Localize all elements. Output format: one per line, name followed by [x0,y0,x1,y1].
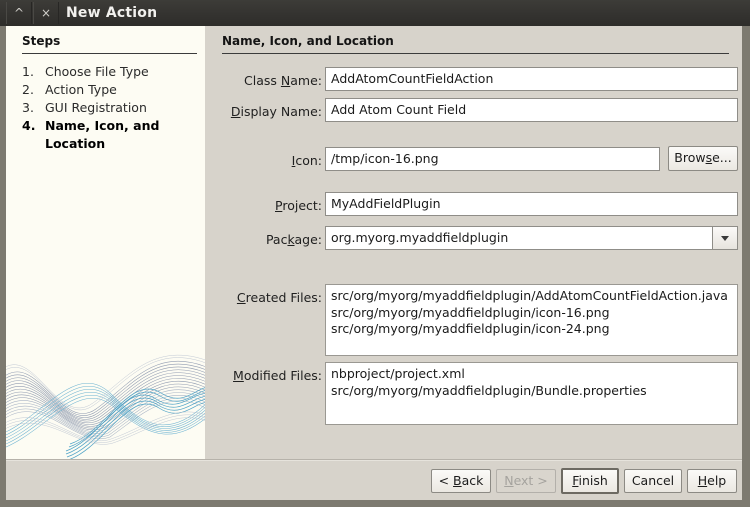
created-files-label: Created Files: [236,290,322,305]
window-title: New Action [66,5,158,21]
step-number: 1. [22,64,34,79]
project-input[interactable]: MyAddFieldPlugin [325,192,738,216]
dialog-body: Steps 1. Choose File Type 2. Action Type… [6,26,742,500]
chevron-down-icon[interactable] [712,226,738,250]
display-name-input[interactable]: Add Atom Count Field [325,98,738,122]
package-label: Package: [265,232,322,247]
shade-button[interactable]: ^ [6,2,32,24]
step-item-4: 4. Name, Icon, and Location [22,117,202,153]
modified-files-textarea[interactable]: nbproject/project.xml src/org/myorg/myad… [325,362,738,425]
window-titlebar: ^ × New Action [0,0,750,26]
chevron-down-glyph [721,235,729,241]
steps-panel: Steps 1. Choose File Type 2. Action Type… [6,26,205,459]
icon-label: Icon: [291,153,322,168]
icon-path-input[interactable]: /tmp/icon-16.png [325,147,660,171]
finish-button[interactable]: Finish [561,468,619,494]
content-pane: Name, Icon, and Location Class Name: Add… [205,26,742,459]
step-label: Action Type [45,82,117,97]
help-button[interactable]: Help [687,469,737,493]
step-number: 4. [22,118,36,133]
class-name-input[interactable]: AddAtomCountFieldAction [325,67,738,91]
step-item-1: 1. Choose File Type [22,63,202,81]
steps-heading: Steps [22,34,61,48]
step-label: Name, Icon, and Location [45,118,160,151]
close-button[interactable]: × [33,2,59,24]
dialog-button-bar: < Back Next > Finish Cancel Help [6,459,742,500]
next-button: Next > [496,469,556,493]
step-label: Choose File Type [45,64,149,79]
wizard-wave-graphic [6,354,205,459]
page-title: Name, Icon, and Location [222,34,394,48]
page-title-divider [222,53,729,54]
back-button[interactable]: < Back [431,469,491,493]
browse-button[interactable]: Browse... [668,146,738,171]
step-label: GUI Registration [45,100,147,115]
new-action-wizard-window: ^ × New Action Steps 1. Choose File Type… [0,0,750,507]
package-combo-input[interactable]: org.myorg.myaddfieldplugin [325,226,713,250]
button-bar-divider-highlight [6,460,742,461]
steps-divider [22,53,197,54]
class-name-label: Class Name: [244,73,322,88]
step-item-2: 2. Action Type [22,81,202,99]
step-number: 3. [22,100,34,115]
cancel-button[interactable]: Cancel [624,469,682,493]
project-label: Project: [275,198,322,213]
steps-list: 1. Choose File Type 2. Action Type 3. GU… [22,63,202,153]
step-item-3: 3. GUI Registration [22,99,202,117]
modified-files-label: Modified Files: [233,368,322,383]
step-number: 2. [22,82,34,97]
created-files-textarea[interactable]: src/org/myorg/myaddfieldplugin/AddAtomCo… [325,284,738,356]
display-name-label: Display Name: [230,104,322,119]
